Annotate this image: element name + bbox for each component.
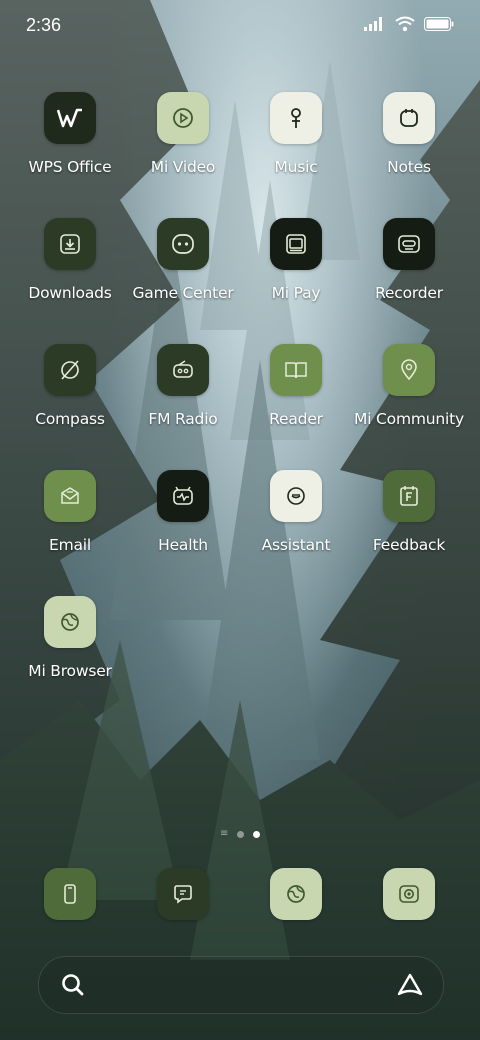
app-label: Notes bbox=[387, 158, 431, 176]
app-label: Mi Community bbox=[354, 410, 464, 428]
download-tray-icon[interactable] bbox=[44, 218, 96, 270]
gamepad-icon[interactable] bbox=[157, 218, 209, 270]
status-time: 2:36 bbox=[26, 15, 62, 35]
status-icons bbox=[364, 16, 454, 32]
app-email[interactable]: Email bbox=[15, 470, 125, 580]
app-label: Assistant bbox=[261, 536, 331, 554]
cassette-icon[interactable] bbox=[383, 218, 435, 270]
app-label: Game Center bbox=[132, 284, 234, 302]
music-note-icon[interactable] bbox=[270, 92, 322, 144]
app-feedback[interactable]: Feedback bbox=[354, 470, 464, 580]
app-mi-pay[interactable]: Mi Pay bbox=[241, 218, 351, 328]
app-health[interactable]: Health bbox=[128, 470, 238, 580]
heart-monitor-icon[interactable] bbox=[157, 470, 209, 522]
phone-icon[interactable] bbox=[44, 868, 96, 920]
globe-icon[interactable] bbox=[44, 596, 96, 648]
app-label: Mi Browser bbox=[28, 662, 112, 680]
wifi-icon bbox=[395, 16, 415, 32]
notes-icon[interactable] bbox=[383, 92, 435, 144]
app-mi-browser[interactable]: Mi Browser bbox=[15, 596, 125, 706]
assistant-logo-icon[interactable] bbox=[395, 970, 425, 998]
app-reader[interactable]: Reader bbox=[241, 344, 351, 454]
play-circle-icon[interactable] bbox=[157, 92, 209, 144]
app-label: Downloads bbox=[28, 284, 112, 302]
app-mi-video[interactable]: Mi Video bbox=[128, 92, 238, 202]
search-icon[interactable] bbox=[59, 971, 87, 999]
app-wps-office[interactable]: WPS Office bbox=[15, 92, 125, 202]
camera-icon[interactable] bbox=[383, 868, 435, 920]
app-fm-radio[interactable]: FM Radio bbox=[128, 344, 238, 454]
app-label: WPS Office bbox=[28, 158, 112, 176]
wallet-icon[interactable] bbox=[270, 218, 322, 270]
assistant-face-icon[interactable] bbox=[270, 470, 322, 522]
app-label: Compass bbox=[35, 410, 105, 428]
app-label: Mi Video bbox=[150, 158, 216, 176]
feedback-f-icon[interactable] bbox=[383, 470, 435, 522]
app-label: Reader bbox=[269, 410, 323, 428]
page-dot[interactable] bbox=[237, 830, 244, 838]
wps-icon[interactable] bbox=[44, 92, 96, 144]
app-downloads[interactable]: Downloads bbox=[15, 218, 125, 328]
app-music[interactable]: Music bbox=[241, 92, 351, 202]
book-icon[interactable] bbox=[270, 344, 322, 396]
app-mi-community[interactable]: Mi Community bbox=[354, 344, 464, 454]
app-label: Health bbox=[158, 536, 208, 554]
app-compass[interactable]: Compass bbox=[15, 344, 125, 454]
page-dot-active[interactable] bbox=[253, 830, 260, 838]
app-label: Feedback bbox=[372, 536, 446, 554]
page-indicator[interactable]: ≡ bbox=[0, 829, 480, 839]
app-label: Email bbox=[48, 536, 91, 554]
envelope-icon[interactable] bbox=[44, 470, 96, 522]
battery-icon bbox=[424, 17, 454, 31]
app-label: Mi Pay bbox=[271, 284, 321, 302]
dock bbox=[0, 868, 480, 920]
app-notes[interactable]: Notes bbox=[354, 92, 464, 202]
app-assistant[interactable]: Assistant bbox=[241, 470, 351, 580]
cellular-signal-icon bbox=[364, 17, 382, 31]
compass-icon[interactable] bbox=[44, 344, 96, 396]
app-label: Recorder bbox=[375, 284, 443, 302]
app-label: Music bbox=[274, 158, 318, 176]
location-pin-icon[interactable] bbox=[383, 344, 435, 396]
app-recorder[interactable]: Recorder bbox=[354, 218, 464, 328]
app-label: FM Radio bbox=[148, 410, 218, 428]
radio-icon[interactable] bbox=[157, 344, 209, 396]
globe-icon[interactable] bbox=[270, 868, 322, 920]
search-bar[interactable] bbox=[38, 956, 444, 1014]
page-list-indicator-icon[interactable]: ≡ bbox=[220, 829, 228, 839]
app-game-center[interactable]: Game Center bbox=[128, 218, 238, 328]
message-icon[interactable] bbox=[157, 868, 209, 920]
status-bar: 2:36 bbox=[0, 0, 480, 52]
